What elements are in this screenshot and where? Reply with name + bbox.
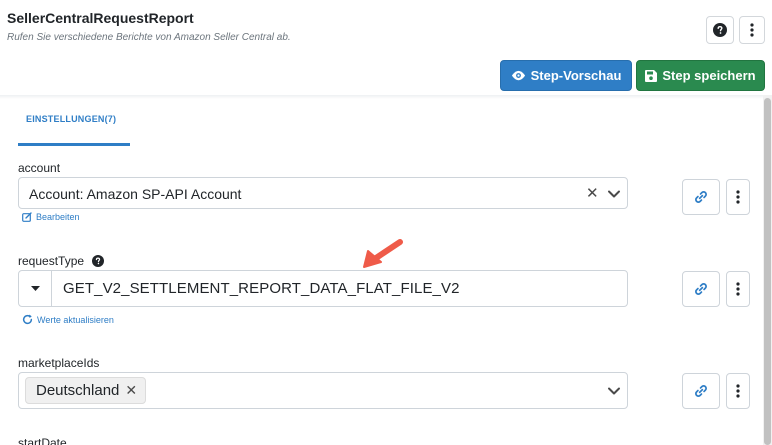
request-type-link-button[interactable] [682,271,720,307]
request-type-dropdown-button[interactable] [19,271,52,306]
request-type-label-row: requestType [18,254,105,268]
marketplace-chip: Deutschland ✕ [25,377,147,404]
scrollbar-thumb[interactable] [764,98,771,445]
step-header: SellerCentralRequestReport Rufen Sie ver… [0,0,772,96]
vertical-ellipsis-icon [736,282,740,296]
eye-icon [511,70,525,81]
start-date-label: startDate [18,436,67,445]
refresh-icon [22,314,33,325]
account-options-button[interactable] [726,179,750,215]
request-type-options-button[interactable] [726,271,750,307]
tab-label: EINSTELLUNGEN(7) [26,114,117,124]
marketplace-ids-label: marketplaceIds [18,356,100,370]
marketplace-options-button[interactable] [726,373,750,409]
chip-remove-icon[interactable]: ✕ [125,382,137,399]
question-circle-icon[interactable] [92,255,105,267]
vertical-ellipsis-icon [736,190,740,204]
link-icon [695,283,707,295]
question-circle-icon [713,23,727,37]
marketplace-ids-select[interactable]: Deutschland ✕ [18,372,628,409]
account-link-button[interactable] [682,179,720,215]
link-icon [695,191,707,203]
step-save-button[interactable]: Step speichern [636,60,765,91]
floppy-disk-icon [645,69,658,82]
request-type-value[interactable]: GET_V2_SETTLEMENT_REPORT_DATA_FLAT_FILE_… [63,280,460,297]
step-subtitle: Rufen Sie verschiedene Berichte von Amaz… [7,32,291,43]
red-arrow-annotation [363,239,403,268]
account-select[interactable]: Account: Amazon SP-API Account ✕ [18,177,628,209]
link-icon [695,385,707,397]
account-label: account [18,161,61,175]
refresh-values-label: Werte aktualisieren [37,314,114,325]
header-divider [0,95,763,99]
vertical-ellipsis-icon [736,384,740,398]
marketplace-link-button[interactable] [682,373,720,409]
step-save-label: Step speichern [662,68,756,83]
more-options-button[interactable] [739,16,765,44]
caret-down-icon [30,285,40,291]
account-value: Account: Amazon SP-API Account [29,186,242,202]
request-type-input-group: GET_V2_SETTLEMENT_REPORT_DATA_FLAT_FILE_… [18,270,628,307]
step-preview-button[interactable]: Step-Vorschau [500,60,632,91]
help-button[interactable] [706,16,734,44]
tab-einstellungen[interactable]: EINSTELLUNGEN(7) [18,110,130,146]
marketplace-chip-label: Deutschland [36,382,120,399]
account-edit-link[interactable]: Bearbeiten [22,212,80,222]
step-title: SellerCentralRequestReport [7,10,194,26]
chevron-down-icon[interactable] [607,384,621,398]
request-type-label: requestType [18,254,85,268]
clear-icon[interactable]: ✕ [586,184,599,202]
edit-icon [22,212,32,222]
chevron-down-icon[interactable] [607,187,621,201]
refresh-values-link[interactable]: Werte aktualisieren [22,314,114,325]
step-preview-label: Step-Vorschau [530,68,622,83]
vertical-ellipsis-icon [750,23,754,37]
account-edit-label: Bearbeiten [36,212,80,222]
